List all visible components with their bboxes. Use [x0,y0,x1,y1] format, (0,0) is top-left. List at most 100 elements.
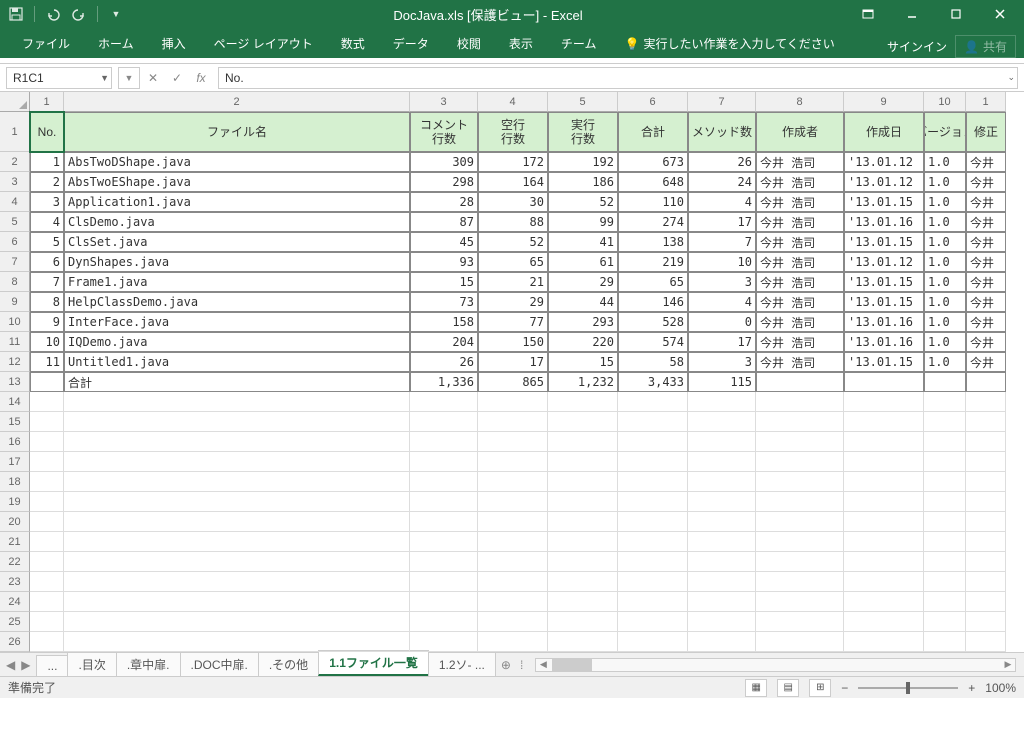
cell[interactable]: 作成者 [756,112,844,152]
cell[interactable]: 今井 [966,332,1006,352]
cell[interactable] [618,572,688,592]
cell[interactable]: AbsTwoEShape.java [64,172,410,192]
cell[interactable] [966,612,1006,632]
sheet-tab[interactable]: .目次 [67,652,116,676]
cell[interactable] [548,512,618,532]
cell[interactable]: 1 [30,152,64,172]
cell[interactable] [844,472,924,492]
row-header[interactable]: 21 [0,532,30,552]
fx-dropdown-icon[interactable]: ▼ [118,67,140,89]
cell[interactable] [688,472,756,492]
cell[interactable]: 15 [548,352,618,372]
cell[interactable] [618,592,688,612]
cell[interactable]: 今井 [966,232,1006,252]
cell[interactable] [924,452,966,472]
cell[interactable]: '13.01.15 [844,292,924,312]
cell[interactable]: '13.01.12 [844,152,924,172]
cell[interactable]: ClsDemo.java [64,212,410,232]
row-header[interactable]: 3 [0,172,30,192]
cell[interactable] [966,432,1006,452]
cell[interactable] [618,612,688,632]
cell[interactable] [688,532,756,552]
cell[interactable] [618,472,688,492]
cell[interactable] [478,552,548,572]
cell[interactable]: 1,336 [410,372,478,392]
cell[interactable]: 1.0 [924,312,966,332]
zoom-out-button[interactable]: − [841,681,848,695]
cell[interactable]: 17 [688,332,756,352]
cell[interactable]: 10 [688,252,756,272]
cell[interactable] [844,392,924,412]
cell[interactable]: 今井 浩司 [756,192,844,212]
cell[interactable]: '13.01.16 [844,312,924,332]
cell[interactable] [924,492,966,512]
cell[interactable]: 673 [618,152,688,172]
cell[interactable]: Application1.java [64,192,410,212]
cell[interactable]: 88 [478,212,548,232]
horizontal-scrollbar[interactable]: ◀ ▶ [535,658,1016,672]
cell[interactable]: 修正 [966,112,1006,152]
cell[interactable] [966,572,1006,592]
cell[interactable]: 298 [410,172,478,192]
cell[interactable] [30,512,64,532]
cell[interactable]: 158 [410,312,478,332]
add-sheet-button[interactable]: ⊕ [495,655,517,675]
cell[interactable]: 26 [688,152,756,172]
cell[interactable] [410,472,478,492]
cell[interactable] [844,592,924,612]
cell[interactable] [410,632,478,652]
cell[interactable]: 今井 浩司 [756,272,844,292]
cell[interactable] [30,532,64,552]
cell[interactable] [688,552,756,572]
cell[interactable]: InterFace.java [64,312,410,332]
cell[interactable] [924,532,966,552]
close-icon[interactable] [980,0,1020,28]
row-header[interactable]: 9 [0,292,30,312]
cell[interactable] [688,432,756,452]
cell[interactable]: '13.01.12 [844,172,924,192]
cell[interactable]: 26 [410,352,478,372]
cell[interactable]: '13.01.15 [844,192,924,212]
cell[interactable] [410,392,478,412]
cell[interactable] [618,512,688,532]
cell[interactable]: コメント行数 [410,112,478,152]
cell[interactable] [618,452,688,472]
cell[interactable]: '13.01.15 [844,352,924,372]
cell[interactable] [30,572,64,592]
cell[interactable]: '13.01.12 [844,252,924,272]
sheet-tab[interactable]: .章中扉. [116,652,181,676]
cell[interactable]: '13.01.15 [844,272,924,292]
cell[interactable]: HelpClassDemo.java [64,292,410,312]
cell[interactable] [30,592,64,612]
cell[interactable] [966,592,1006,612]
ribbon-tab-データ[interactable]: データ [379,29,443,58]
cell[interactable] [756,532,844,552]
cell[interactable] [30,432,64,452]
cell[interactable] [756,432,844,452]
fx-icon[interactable]: fx [190,67,212,89]
cell[interactable]: 44 [548,292,618,312]
row-header[interactable]: 14 [0,392,30,412]
cell[interactable] [966,472,1006,492]
ribbon-tab-ホーム[interactable]: ホーム [84,29,148,58]
cell[interactable] [688,512,756,532]
cell[interactable] [64,392,410,412]
cell[interactable]: 77 [478,312,548,332]
cell[interactable]: 1.0 [924,172,966,192]
cell[interactable]: 今井 [966,272,1006,292]
cell[interactable] [924,552,966,572]
ribbon-tab-チーム[interactable]: チーム [547,29,611,58]
scroll-right-icon[interactable]: ▶ [1001,659,1015,670]
cell[interactable] [478,592,548,612]
cell[interactable] [688,492,756,512]
zoom-slider[interactable] [858,687,958,689]
cell[interactable]: 192 [548,152,618,172]
cell[interactable] [688,632,756,652]
cell[interactable] [618,632,688,652]
cell[interactable] [618,552,688,572]
cell[interactable]: 172 [478,152,548,172]
cell[interactable]: No. [30,112,64,152]
cell[interactable]: AbsTwoDShape.java [64,152,410,172]
cell[interactable] [924,592,966,612]
row-header[interactable]: 24 [0,592,30,612]
